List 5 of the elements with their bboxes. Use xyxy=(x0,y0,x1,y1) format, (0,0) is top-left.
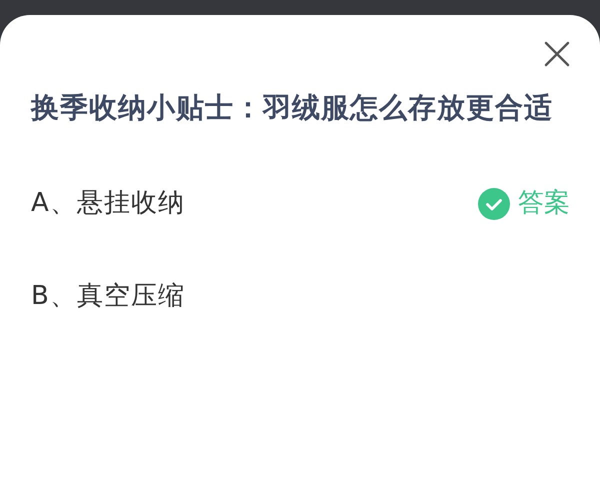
question-title: 换季收纳小贴士：羽绒服怎么存放更合适 xyxy=(31,90,554,126)
answer-option[interactable]: B、真空压缩 xyxy=(31,277,185,316)
answer-option[interactable]: A、悬挂收纳 xyxy=(31,184,185,223)
answer-label: 答案 xyxy=(518,187,570,220)
close-icon[interactable] xyxy=(544,41,570,67)
